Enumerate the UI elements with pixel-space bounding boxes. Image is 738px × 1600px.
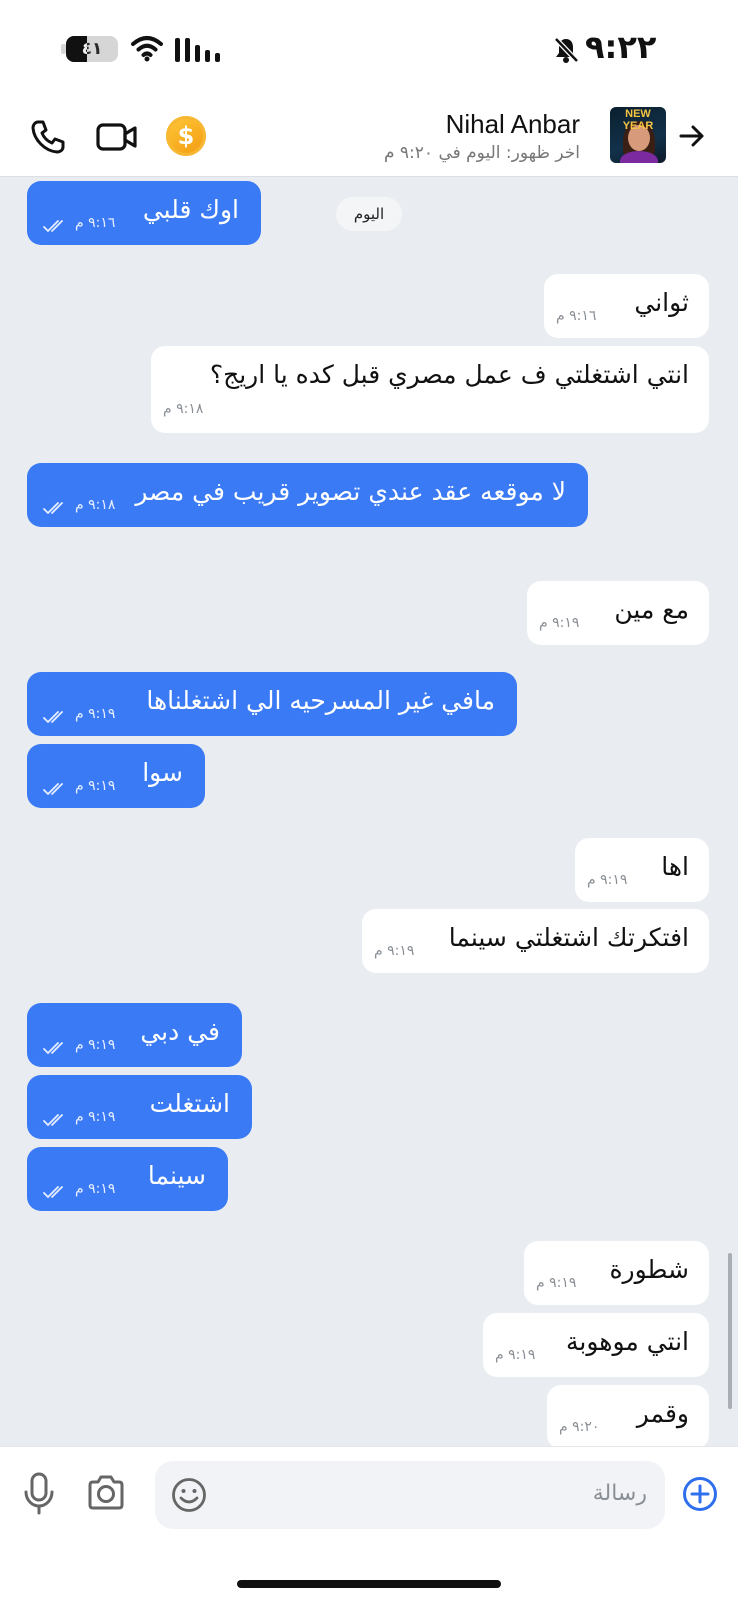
message-text: اها <box>661 852 689 881</box>
phone-icon[interactable] <box>26 115 70 159</box>
message-time: ٩:١٩ م <box>587 872 628 888</box>
message-text: في دبي <box>140 1017 220 1046</box>
emoji-icon[interactable] <box>171 1477 207 1513</box>
message-time: ٩:١٩ م <box>75 706 116 722</box>
avatar-caption: NEW YEAR <box>622 108 654 132</box>
read-receipt-icon <box>43 220 63 232</box>
message-input-bar: رسالة <box>0 1446 738 1600</box>
message-text: انتي اشتغلتي ف عمل مصري قبل كده يا اريج؟ <box>209 360 689 389</box>
message-time: ٩:١٩ م <box>495 1347 536 1363</box>
battery-icon: ٤١ <box>66 36 118 62</box>
message-time: ٩:١٩ م <box>75 1109 116 1125</box>
message-time: ٩:١٩ م <box>539 615 580 631</box>
message-text: افتكرتك اشتغلتي سينما <box>448 923 689 952</box>
message-text: اوك قلبي <box>142 195 239 224</box>
wifi-icon <box>131 36 163 62</box>
bell-muted-icon <box>554 37 579 63</box>
read-receipt-icon <box>43 502 63 514</box>
message-time: ٩:١٩ م <box>536 1275 577 1291</box>
incoming-message[interactable]: وقمر ٩:٢٠ م <box>547 1385 709 1449</box>
avatar[interactable]: NEW YEAR <box>610 107 666 163</box>
coin-icon[interactable]: $ <box>166 116 206 156</box>
incoming-message[interactable]: شطورة ٩:١٩ م <box>524 1241 709 1305</box>
status-time: ٩:٢٢ <box>585 28 657 66</box>
read-receipt-icon <box>43 1114 63 1126</box>
battery-tip <box>61 44 66 54</box>
message-time: ٩:١٩ م <box>75 1037 116 1053</box>
read-receipt-icon <box>43 711 63 723</box>
message-text: لا موقعه عقد عندي تصوير قريب في مصر <box>135 477 566 506</box>
scrollbar[interactable] <box>728 1253 732 1409</box>
message-text: مع مين <box>614 595 689 624</box>
read-receipt-icon <box>43 1042 63 1054</box>
message-text: مافي غير المسرحيه الي اشتغلناها <box>146 686 495 715</box>
outgoing-message[interactable]: سوا ٩:١٩ م <box>27 744 205 808</box>
message-time: ٩:١٨ م <box>75 497 116 513</box>
message-text: سينما <box>147 1161 206 1190</box>
coin-symbol: $ <box>177 122 195 150</box>
video-call-icon[interactable] <box>95 117 139 157</box>
read-receipt-icon <box>43 1186 63 1198</box>
outgoing-message[interactable]: في دبي ٩:١٩ م <box>27 1003 242 1067</box>
incoming-message[interactable]: افتكرتك اشتغلتي سينما ٩:١٩ م <box>362 909 709 973</box>
message-input[interactable]: رسالة <box>155 1461 665 1529</box>
message-text: ثواني <box>634 288 689 317</box>
message-time: ٩:١٩ م <box>374 943 415 959</box>
message-placeholder: رسالة <box>592 1481 647 1506</box>
message-text: وقمر <box>636 1399 689 1428</box>
microphone-icon[interactable] <box>22 1472 56 1516</box>
outgoing-message[interactable]: مافي غير المسرحيه الي اشتغلناها ٩:١٩ م <box>27 672 517 736</box>
incoming-message[interactable]: اها ٩:١٩ م <box>575 838 709 902</box>
message-time: ٩:١٨ م <box>163 401 204 417</box>
chat-header: $ Nihal Anbar اخر ظهور: اليوم في ٩:٢٠ م … <box>0 95 738 177</box>
outgoing-message[interactable]: لا موقعه عقد عندي تصوير قريب في مصر ٩:١٨ … <box>27 463 588 527</box>
outgoing-message[interactable]: اشتغلت ٩:١٩ م <box>27 1075 252 1139</box>
read-receipt-icon <box>43 783 63 795</box>
date-separator: اليوم <box>336 197 402 231</box>
message-text: انتي موهوبة <box>566 1327 689 1356</box>
incoming-message[interactable]: مع مين ٩:١٩ م <box>527 581 709 645</box>
incoming-message[interactable]: انتي موهوبة ٩:١٩ م <box>483 1313 709 1377</box>
add-icon[interactable] <box>682 1476 718 1512</box>
contact-name[interactable]: Nihal Anbar <box>446 109 580 140</box>
camera-icon[interactable] <box>86 1473 126 1513</box>
message-text: سوا <box>142 758 183 787</box>
message-time: ٩:١٩ م <box>75 1181 116 1197</box>
incoming-message[interactable]: ثواني ٩:١٦ م <box>544 274 709 338</box>
back-arrow-icon[interactable] <box>676 120 708 152</box>
outgoing-message[interactable]: اوك قلبي ٩:١٦ م <box>27 181 261 245</box>
battery-percentage: ٤١ <box>81 39 103 59</box>
message-text: شطورة <box>609 1255 689 1284</box>
message-text: اشتغلت <box>149 1089 230 1118</box>
home-indicator[interactable] <box>237 1580 501 1588</box>
message-time: ٩:٢٠ م <box>559 1419 600 1435</box>
message-time: ٩:١٦ م <box>75 215 116 231</box>
status-bar: ٤١ ٩:٢٢ <box>0 0 738 95</box>
last-seen-status: اخر ظهور: اليوم في ٩:٢٠ م <box>383 143 580 163</box>
message-time: ٩:١٦ م <box>556 308 597 324</box>
message-time: ٩:١٩ م <box>75 778 116 794</box>
outgoing-message[interactable]: سينما ٩:١٩ م <box>27 1147 228 1211</box>
cellular-signal-icon <box>175 36 220 62</box>
incoming-message[interactable]: انتي اشتغلتي ف عمل مصري قبل كده يا اريج؟… <box>151 346 709 433</box>
